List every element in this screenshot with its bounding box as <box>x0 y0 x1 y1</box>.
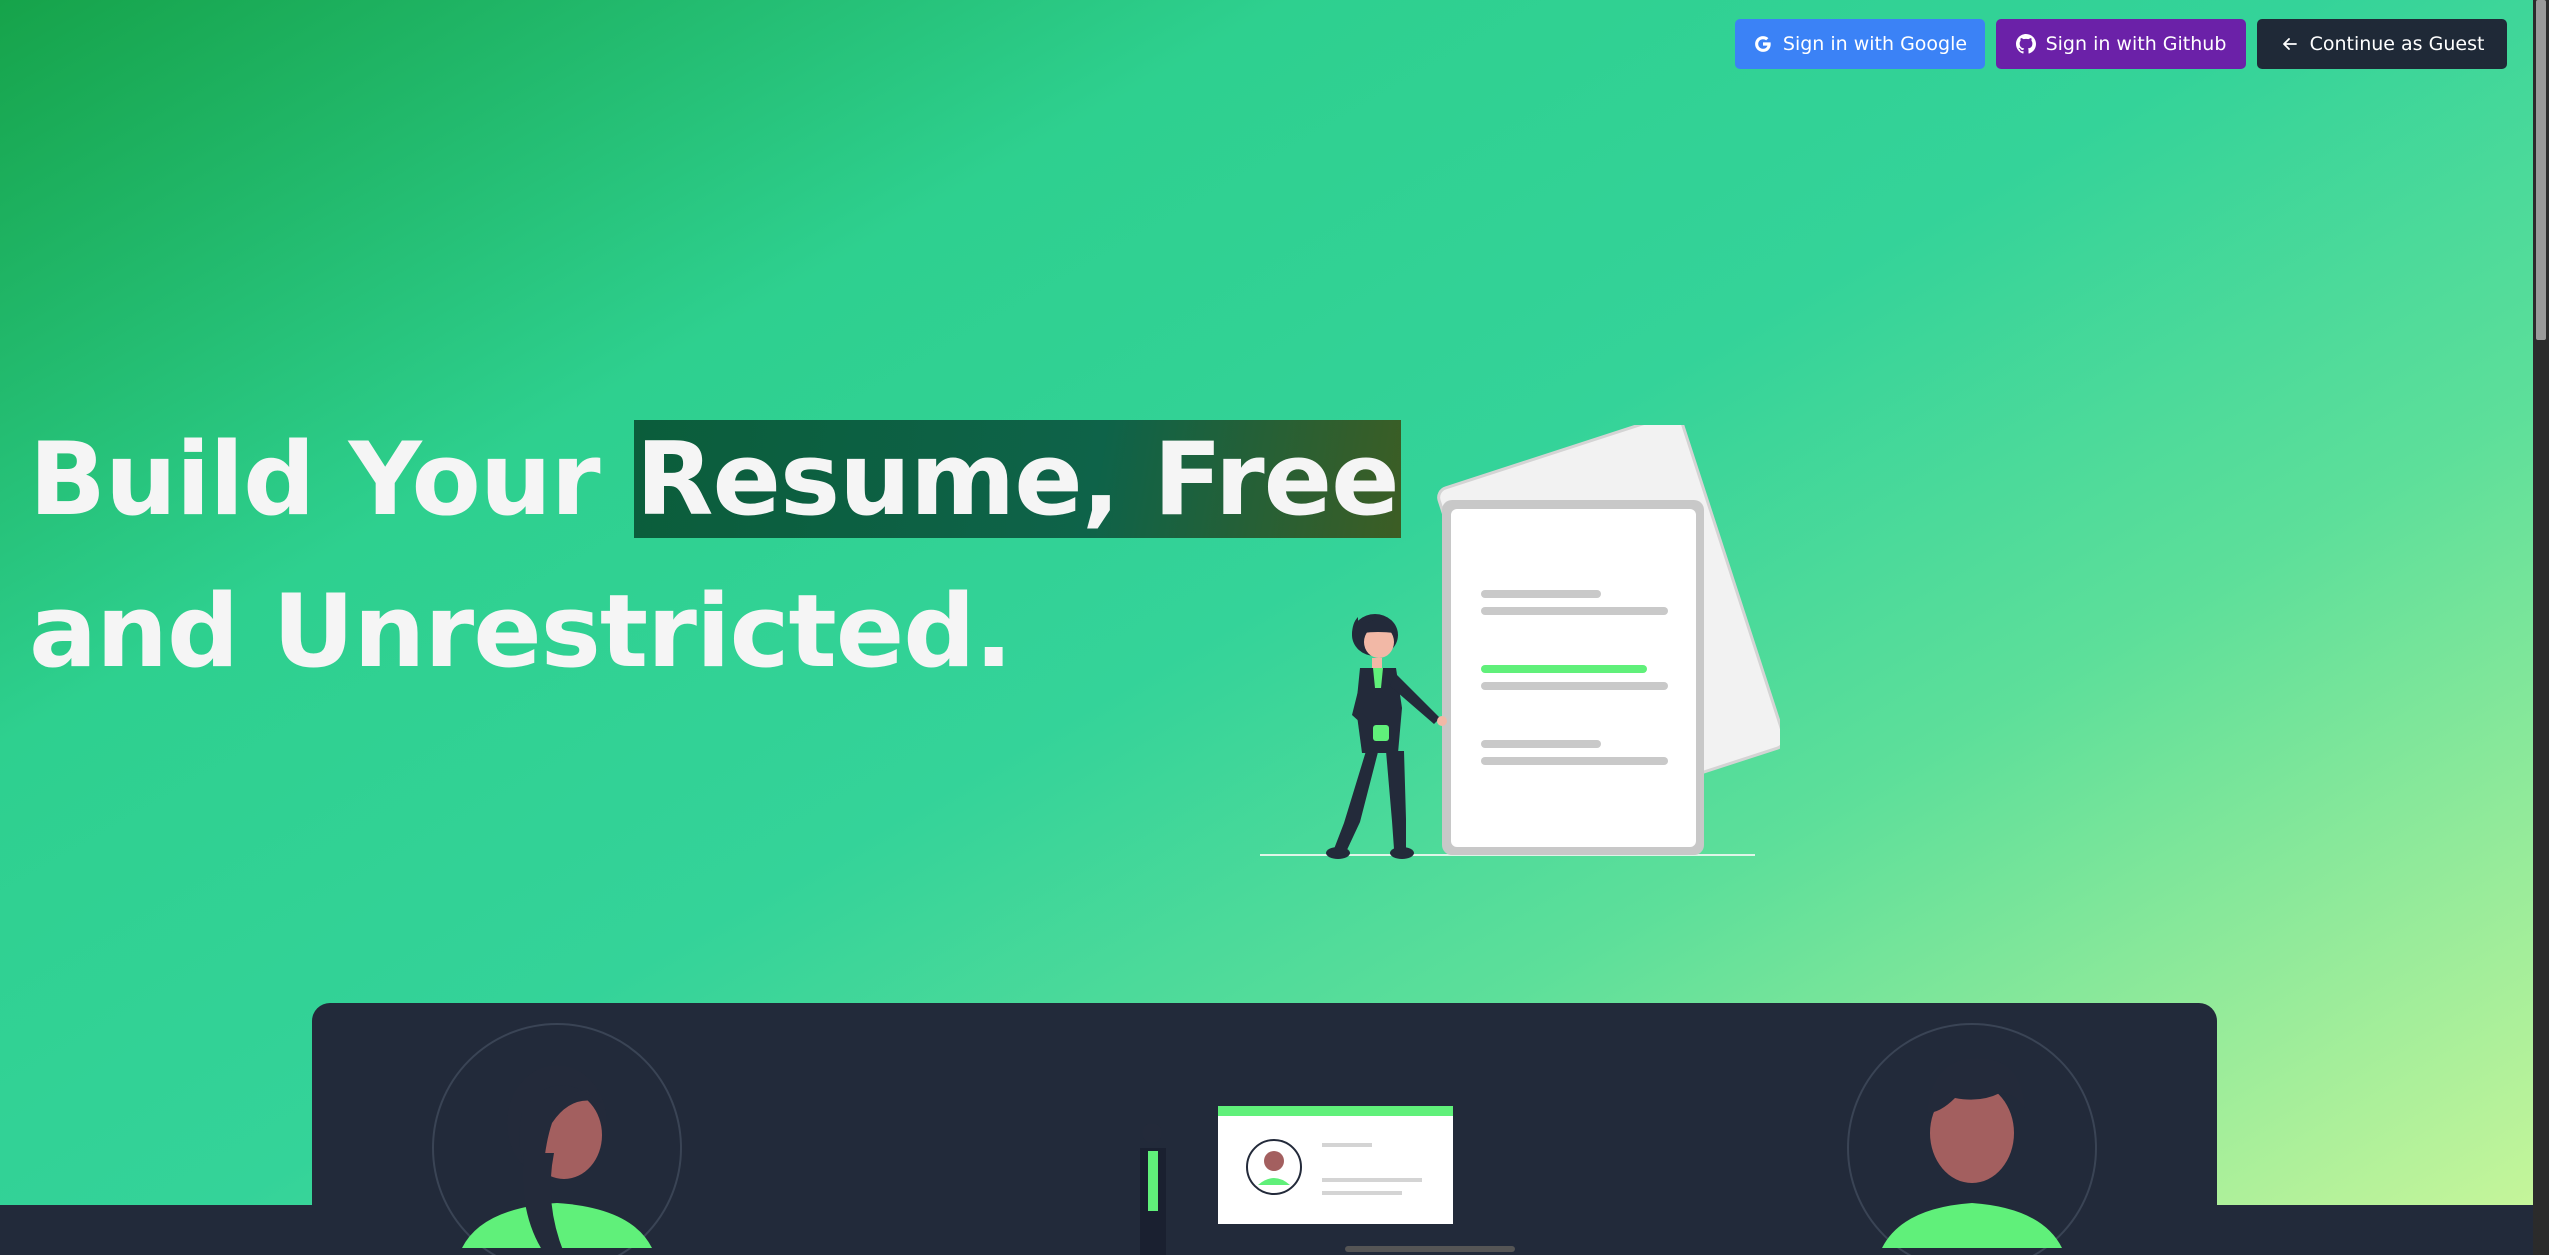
headline-line2: and Unrestricted. <box>29 572 1013 690</box>
hero-headline: Build Your Resume, Free and Unrestricted… <box>29 403 1401 707</box>
google-icon <box>1753 34 1773 54</box>
scrollbar-thumb[interactable] <box>2536 0 2546 340</box>
profile-card-illustration <box>1140 1106 1453 1255</box>
headline-part1: Build Your <box>29 420 634 538</box>
continue-as-guest-label: Continue as Guest <box>2309 33 2485 55</box>
arrow-left-icon <box>2280 34 2300 54</box>
features-panel <box>312 1003 2217 1255</box>
resume-illustration <box>1260 413 1786 870</box>
sign-in-github-button[interactable]: Sign in with Github <box>1996 19 2246 69</box>
avatar-man-icon <box>1847 1023 2097 1255</box>
vertical-scrollbar[interactable] <box>2533 0 2549 1255</box>
sign-in-github-label: Sign in with Github <box>2045 33 2227 55</box>
sign-in-google-button[interactable]: Sign in with Google <box>1735 19 1985 69</box>
horizontal-scrollbar[interactable] <box>1345 1246 1515 1252</box>
github-icon <box>2015 34 2036 54</box>
sign-in-google-label: Sign in with Google <box>1782 33 1968 55</box>
auth-bar: Sign in with Google Sign in with Github … <box>1735 19 2507 69</box>
avatar-woman-icon <box>432 1023 682 1255</box>
continue-as-guest-button[interactable]: Continue as Guest <box>2257 19 2507 69</box>
